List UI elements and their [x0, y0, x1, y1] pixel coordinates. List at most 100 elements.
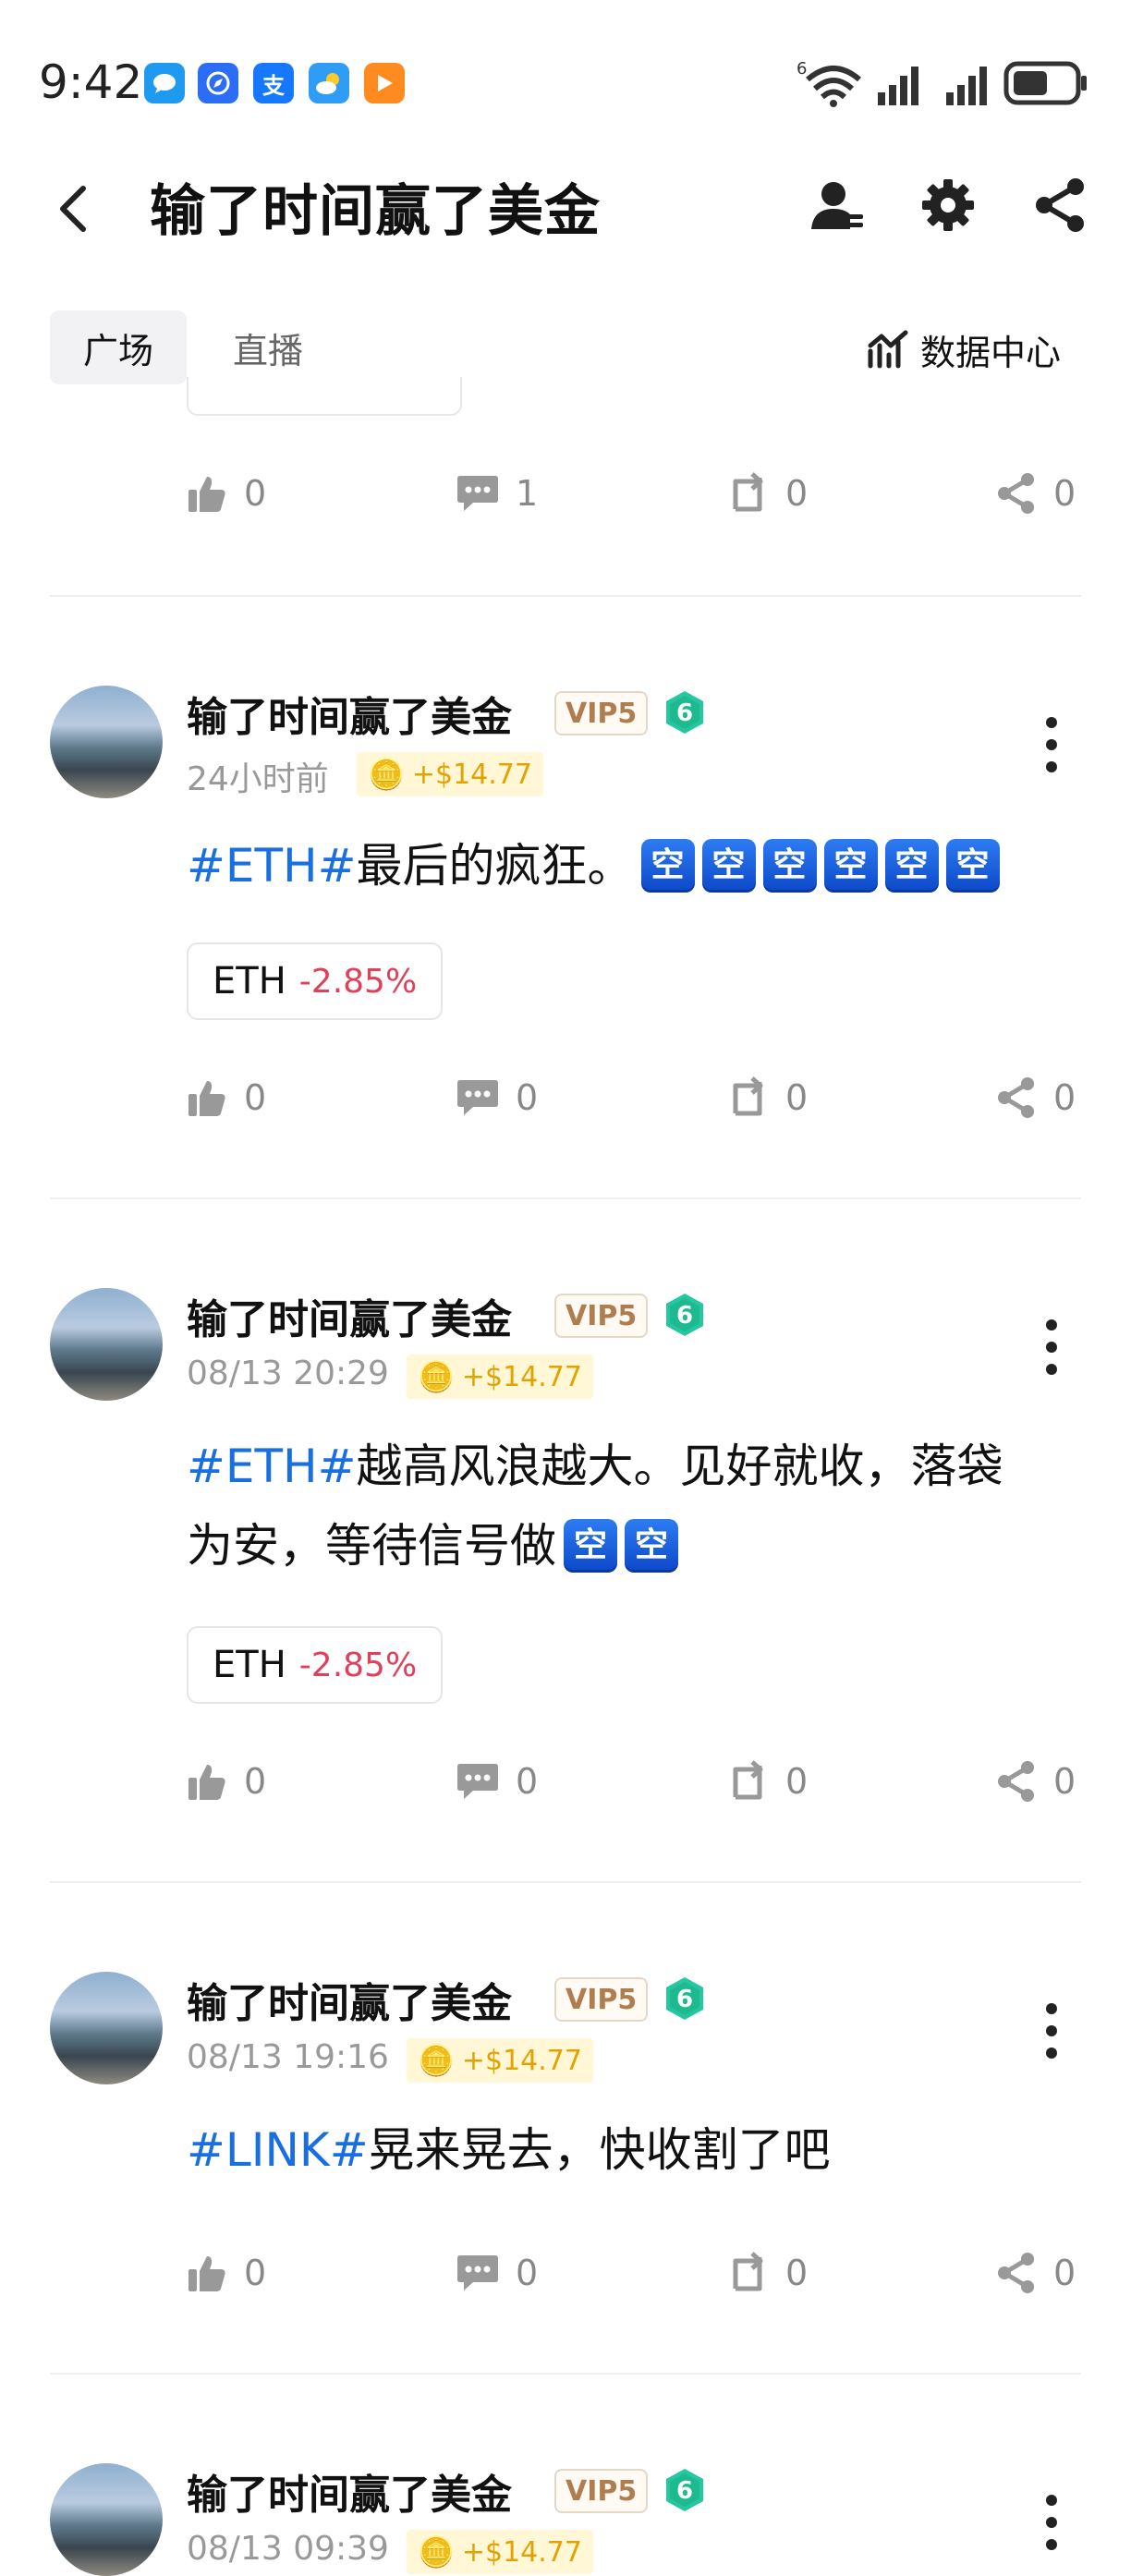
video-app-icon	[364, 63, 405, 103]
vip-badge: VIP5	[554, 1294, 649, 1338]
browser-app-icon	[198, 63, 238, 103]
weather-app-icon	[309, 63, 349, 103]
reward-badge: 🪙 +$14.77	[407, 1355, 593, 1399]
share-icon	[998, 1761, 1034, 1802]
thumbs-up-icon	[188, 1765, 225, 1800]
emoji-kong: 空	[640, 838, 695, 893]
ticker-change: -2.85%	[298, 962, 418, 1001]
vip-badge: VIP5	[554, 2469, 649, 2513]
share-icon	[998, 2253, 1034, 2293]
emoji-kong: 空	[823, 838, 878, 893]
emoji-kong: 空	[701, 838, 756, 893]
comment-button[interactable]: 0	[456, 1070, 538, 1125]
comment-button[interactable]: 0	[456, 1754, 538, 1809]
data-center-label: 数据中心	[920, 332, 1062, 373]
more-options-icon[interactable]	[1044, 2495, 1059, 2550]
hashtag-link[interactable]: #ETH#	[187, 1440, 357, 1493]
user-profile-icon[interactable]	[808, 176, 867, 235]
ticker-chip[interactable]: ETH -2.85%	[187, 1626, 444, 1704]
emoji-kong: 空	[564, 1518, 617, 1573]
avatar[interactable]	[50, 686, 163, 798]
thumbs-up-icon	[188, 1081, 225, 1116]
share-button[interactable]: 0	[996, 2245, 1076, 2301]
like-button[interactable]: 0	[187, 1754, 266, 1809]
coin-icon: 🪙	[418, 1359, 455, 1394]
share-icon	[998, 473, 1034, 514]
page-title: 输了时间赢了美金	[150, 179, 601, 244]
comment-button[interactable]: 0	[456, 2245, 538, 2301]
comment-icon	[457, 1764, 498, 1799]
like-button[interactable]: 0	[187, 1070, 266, 1125]
message-app-icon	[144, 63, 185, 103]
divider	[50, 1197, 1081, 1199]
comment-icon	[457, 2255, 498, 2290]
thumbs-up-icon	[188, 2256, 225, 2291]
settings-gear-icon[interactable]	[918, 176, 978, 235]
vip-badge: VIP5	[554, 691, 649, 735]
status-time: 9:42	[39, 55, 143, 109]
chart-trend-icon	[868, 330, 908, 369]
data-center-button[interactable]: 数据中心	[867, 323, 1061, 375]
avatar[interactable]	[50, 1288, 163, 1401]
hashtag-link[interactable]: #LINK#	[187, 2123, 369, 2177]
post-username[interactable]: 输了时间赢了美金	[187, 2461, 512, 2521]
battery-icon	[1003, 61, 1087, 105]
more-options-icon[interactable]	[1044, 1319, 1059, 1375]
emoji-kong: 空	[945, 838, 1000, 893]
ticker-chip-truncated[interactable]	[187, 377, 462, 416]
reward-badge: 🪙 +$14.77	[407, 2038, 593, 2083]
coin-icon: 🪙	[418, 2043, 455, 2078]
svg-text:6: 6	[676, 1302, 693, 1330]
divider	[50, 595, 1081, 597]
comment-icon	[457, 1080, 498, 1115]
avatar[interactable]	[50, 2463, 163, 2576]
post-actions: 0 0 0 0	[187, 2245, 1083, 2301]
post-time: 08/13 09:39	[187, 2530, 389, 2568]
avatar[interactable]	[50, 1972, 163, 2084]
share-icon[interactable]	[1031, 176, 1090, 235]
share-button[interactable]: 0	[996, 466, 1076, 521]
level-badge-icon: 6	[666, 2469, 703, 2511]
post-time: 24小时前	[187, 760, 329, 798]
repost-button[interactable]: 0	[726, 2245, 808, 2301]
tab-square[interactable]: 广场	[50, 310, 187, 384]
post-content: #ETH#越高风浪越大。见好就收，落袋 为安，等待信号做空空	[187, 1440, 1003, 1573]
ticker-chip[interactable]: ETH -2.85%	[187, 942, 444, 1020]
repost-icon	[733, 472, 763, 512]
more-options-icon[interactable]	[1044, 717, 1059, 772]
post-username[interactable]: 输了时间赢了美金	[187, 684, 512, 743]
comment-icon	[457, 476, 498, 511]
ticker-symbol: ETH	[213, 960, 286, 1002]
share-button[interactable]: 0	[996, 1754, 1076, 1809]
coin-icon: 🪙	[368, 757, 405, 792]
svg-text:6: 6	[676, 1986, 693, 2013]
repost-button[interactable]: 0	[726, 1070, 808, 1125]
like-button[interactable]: 0	[187, 2245, 266, 2301]
post-time: 08/13 19:16	[187, 2038, 389, 2076]
repost-icon	[733, 1076, 763, 1116]
back-icon[interactable]	[55, 181, 92, 237]
share-button[interactable]: 0	[996, 1070, 1076, 1125]
repost-icon	[733, 1760, 763, 1800]
status-bar: 9:42 支 6	[0, 0, 1131, 166]
emoji-kong: 空	[762, 838, 817, 893]
ticker-symbol: ETH	[213, 1644, 286, 1686]
divider	[50, 1881, 1081, 1883]
repost-button[interactable]: 0	[726, 1754, 808, 1809]
signal-icon-1	[878, 67, 918, 105]
hashtag-link[interactable]: #ETH#	[187, 839, 357, 893]
comment-button[interactable]: 1	[456, 466, 538, 521]
post-username[interactable]: 输了时间赢了美金	[187, 1970, 512, 2029]
post-time: 08/13 20:29	[187, 1355, 389, 1392]
level-badge-icon: 6	[666, 1977, 703, 2020]
repost-button[interactable]: 0	[726, 466, 808, 521]
svg-text:6: 6	[676, 699, 693, 727]
divider	[50, 2373, 1081, 2375]
like-button[interactable]: 0	[187, 466, 266, 521]
more-options-icon[interactable]	[1044, 2003, 1059, 2059]
reward-badge: 🪙 +$14.77	[357, 752, 543, 796]
post-content: #ETH#最后的疯狂。空空空空空空	[187, 826, 1000, 905]
post-username[interactable]: 输了时间赢了美金	[187, 1286, 512, 1345]
tab-live[interactable]: 直播	[213, 310, 323, 384]
thumbs-up-icon	[188, 477, 225, 512]
